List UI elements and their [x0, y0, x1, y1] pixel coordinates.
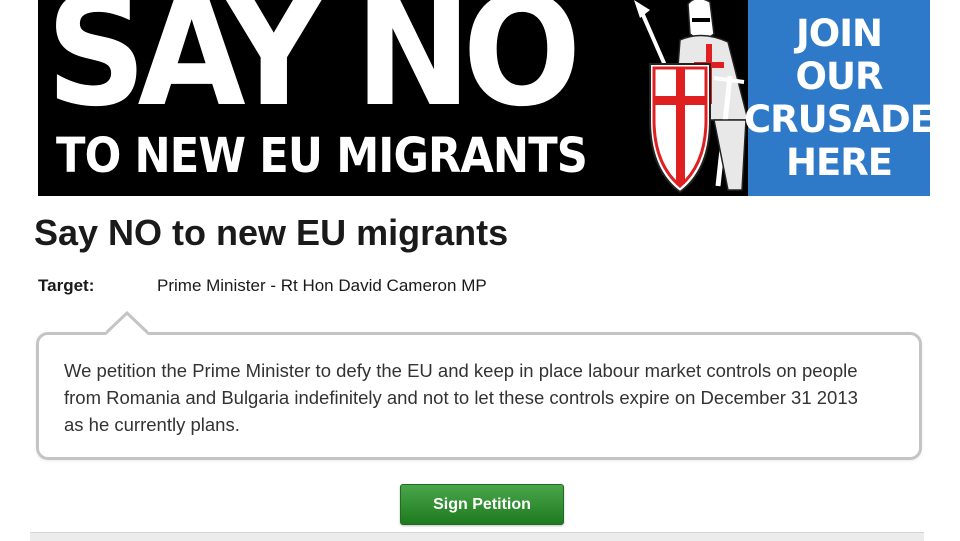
join-crusade-text: JOIN OUR CRUSADE HERE — [744, 12, 930, 184]
cta-line: HERE — [785, 141, 893, 184]
cta-line: CRUSADE — [744, 98, 930, 141]
speech-bubble-tail — [106, 311, 148, 335]
join-crusade-link[interactable]: JOIN OUR CRUSADE HERE — [744, 0, 930, 196]
cta-line: OUR — [795, 55, 884, 98]
petition-body: We petition the Prime Minister to defy t… — [64, 360, 858, 435]
cta-line: JOIN — [796, 12, 883, 55]
target-value: Prime Minister - Rt Hon David Cameron MP — [157, 276, 487, 295]
campaign-banner[interactable]: SAY NO TO NEW EU MIGRANTS JOIN OUR CRUSA… — [38, 0, 930, 196]
banner-subheadline: TO NEW EU MIGRANTS — [56, 128, 588, 184]
sign-petition-button[interactable]: Sign Petition — [400, 484, 564, 525]
banner-headline: SAY NO — [46, 0, 581, 140]
petition-title: Say NO to new EU migrants — [34, 212, 509, 253]
target-label: Target: — [38, 276, 95, 295]
petition-text-box: We petition the Prime Minister to defy t… — [36, 332, 922, 460]
